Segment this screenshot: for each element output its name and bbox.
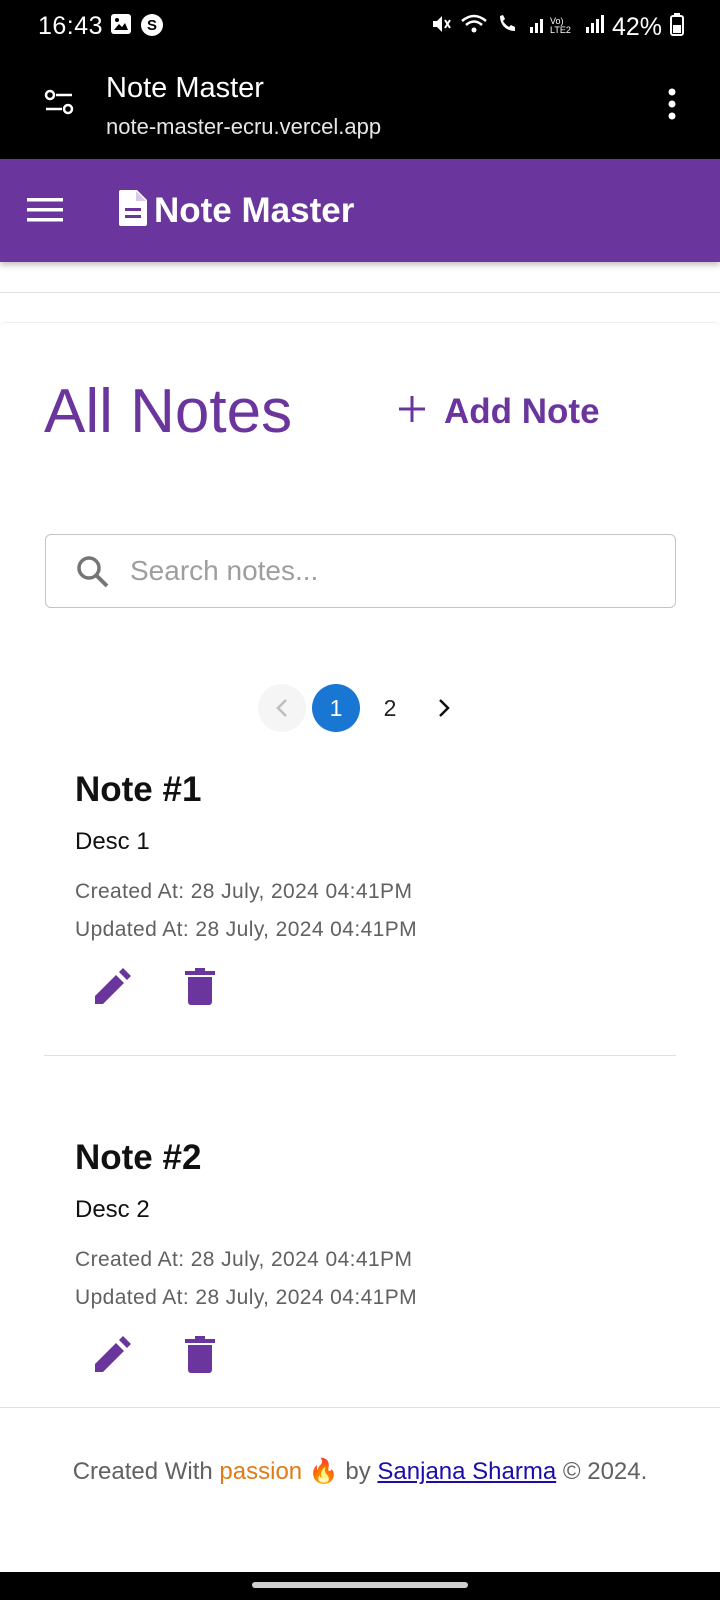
note-created-at: Created At: 28 July, 2024 04:41PM (75, 1248, 413, 1271)
note-actions (93, 1336, 215, 1379)
wifi-icon (460, 13, 488, 42)
browser-url[interactable]: note-master-ecru.vercel.app (106, 114, 381, 140)
note-actions (93, 968, 215, 1011)
footer: Created With passion 🔥 by Sanjana Sharma… (0, 1453, 720, 1491)
author-link[interactable]: Sanjana Sharma (377, 1458, 556, 1485)
footer-passion: passion (219, 1458, 303, 1485)
fire-emoji: 🔥 (308, 1458, 339, 1485)
chevron-left-icon[interactable] (258, 684, 306, 732)
svg-text:LTE2: LTE2 (550, 25, 571, 35)
edit-icon[interactable] (93, 968, 131, 1011)
status-bar: 16:43 S Vo) LTE2 42% (0, 0, 720, 52)
note-description: Desc 1 (75, 828, 150, 855)
browser-page-title: Note Master (106, 72, 264, 104)
footer-prefix: Created With (72, 1458, 213, 1485)
browser-toolbar: Note Master note-master-ecru.vercel.app (0, 52, 720, 159)
home-gesture-handle[interactable] (252, 1582, 468, 1588)
note-title: Note #1 (75, 770, 202, 809)
plus-icon (398, 392, 426, 432)
mute-icon (430, 13, 452, 42)
footer-divider (0, 1407, 720, 1408)
search-field[interactable] (45, 534, 676, 608)
footer-by: by (345, 1458, 371, 1485)
app-brand[interactable]: Note Master (118, 189, 354, 232)
page-button-1[interactable]: 1 (312, 684, 360, 732)
document-icon (118, 189, 148, 232)
delete-icon[interactable] (185, 968, 215, 1011)
delete-icon[interactable] (185, 1336, 215, 1379)
edit-icon[interactable] (93, 1336, 131, 1379)
system-nav-bar (0, 1572, 720, 1600)
footer-copyright: © 2024. (562, 1458, 648, 1485)
add-note-button[interactable]: Add Note (398, 392, 600, 432)
status-right: Vo) LTE2 42% (430, 12, 684, 43)
menu-icon[interactable] (27, 197, 63, 228)
notification-icons: S (110, 13, 164, 42)
page-title: All Notes (44, 377, 293, 446)
note-divider (44, 1055, 676, 1056)
add-note-label: Add Note (444, 392, 600, 431)
note-updated-at: Updated At: 28 July, 2024 04:41PM (75, 1286, 418, 1309)
note-created-at: Created At: 28 July, 2024 04:41PM (75, 880, 413, 903)
search-input[interactable] (130, 551, 650, 591)
image-icon (110, 13, 132, 42)
site-settings-icon[interactable] (44, 89, 74, 120)
signal-2-icon (584, 13, 604, 42)
note-card: Note #2 Desc 2 Created At: 28 July, 2024… (75, 1138, 675, 1310)
battery-icon (670, 12, 684, 43)
s-app-icon: S (140, 13, 164, 42)
divider (0, 292, 720, 293)
call-icon (496, 13, 520, 42)
more-vert-icon[interactable] (668, 88, 676, 125)
pagination: 1 2 (258, 684, 468, 732)
status-time: 16:43 (38, 12, 104, 40)
search-icon (76, 555, 110, 594)
signal-icon: Vo) LTE2 (528, 13, 576, 42)
chevron-right-icon[interactable] (420, 684, 468, 732)
svg-text:S: S (147, 17, 157, 34)
page-button-2[interactable]: 2 (366, 684, 414, 732)
note-title: Note #2 (75, 1138, 202, 1177)
note-updated-at: Updated At: 28 July, 2024 04:41PM (75, 918, 418, 941)
note-description: Desc 2 (75, 1196, 150, 1223)
battery-text: 42% (611, 13, 662, 41)
note-card: Note #1 Desc 1 Created At: 28 July, 2024… (75, 770, 675, 942)
app-title: Note Master (154, 190, 355, 230)
app-bar: Note Master (0, 159, 720, 262)
